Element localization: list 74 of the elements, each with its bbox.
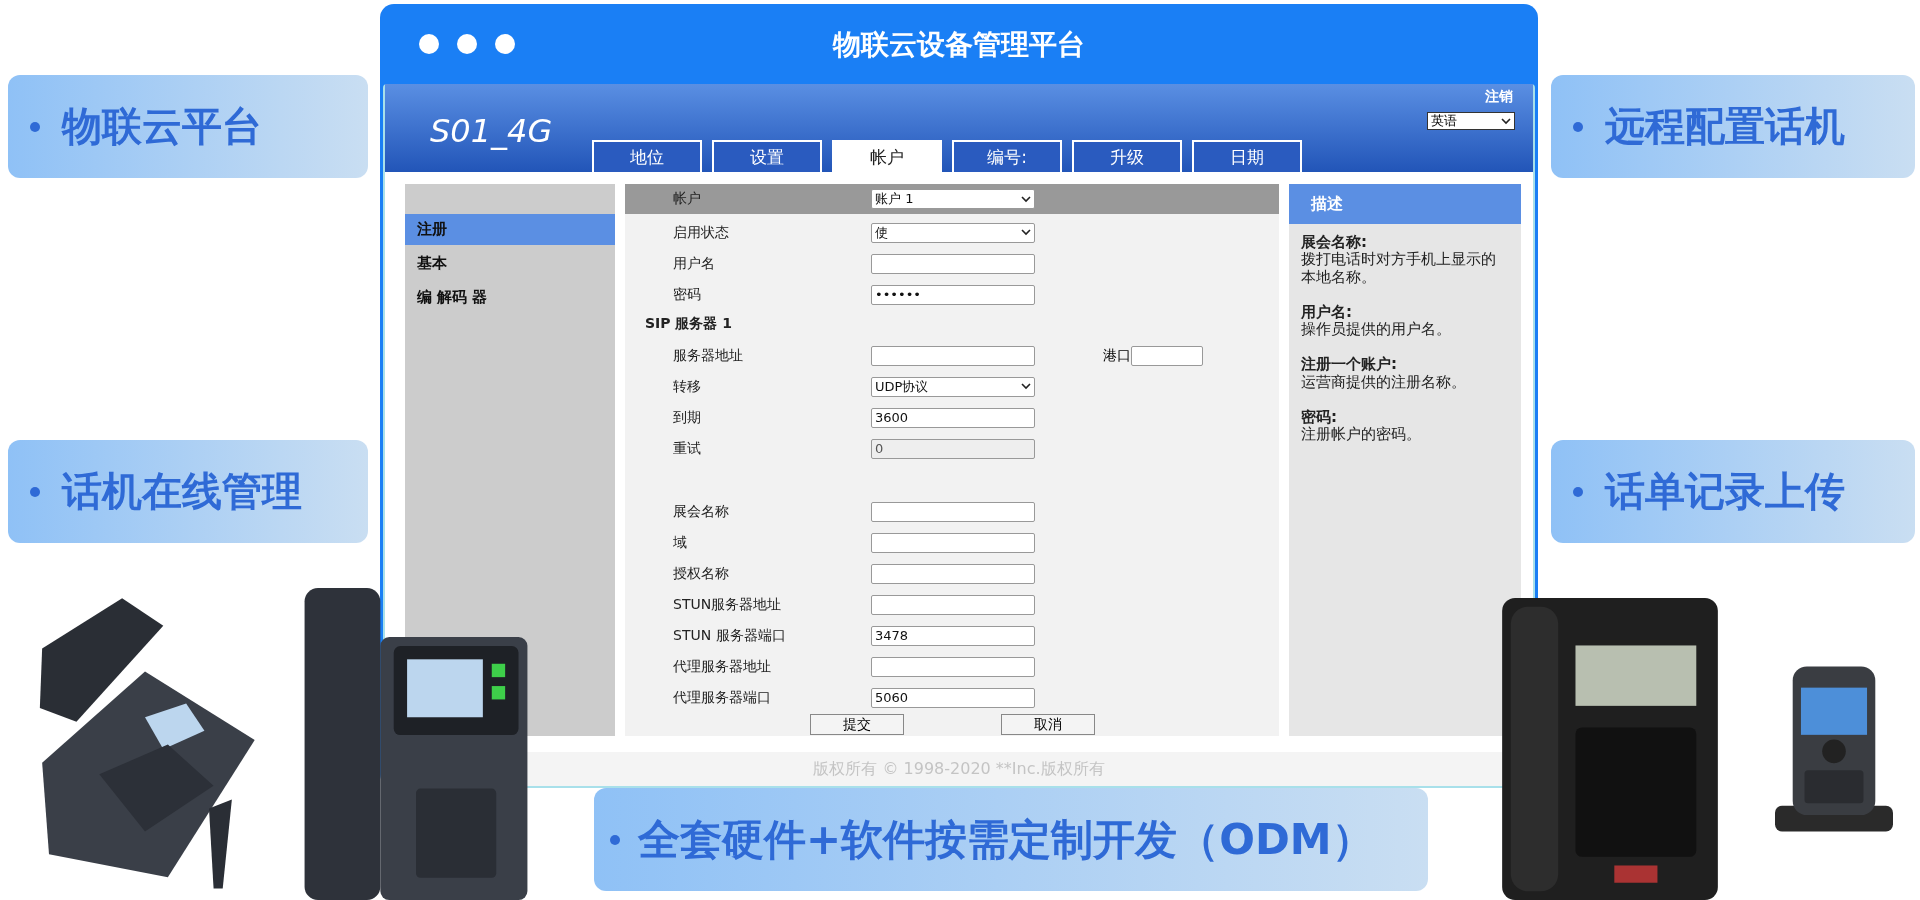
dropdown[interactable]: UDP协议 <box>871 376 1035 397</box>
field-label: 帐户 <box>673 190 702 208</box>
description-term: 注册一个账户: <box>1301 356 1398 374</box>
description-term: 用户名: <box>1301 303 1353 321</box>
feature-label: 远程配置话机 <box>1551 75 1915 178</box>
field-label: 港口 <box>1103 346 1131 365</box>
chevron-down-icon <box>1021 383 1031 390</box>
input-field[interactable] <box>871 656 1035 677</box>
field-label: 重试 <box>673 439 702 458</box>
bullet-icon <box>30 486 40 497</box>
cancel-button[interactable]: 取消 <box>1001 714 1095 735</box>
bullet-icon <box>30 121 40 132</box>
input-field[interactable] <box>871 501 1035 522</box>
field-label: STUN服务器地址 <box>673 595 783 614</box>
bullet-icon <box>610 834 620 845</box>
window-dot-icon <box>457 34 477 54</box>
submit-button[interactable]: 提交 <box>810 714 904 735</box>
field-label: 代理服务器端口 <box>673 688 772 707</box>
sidebar-item[interactable]: 注册 <box>405 214 615 245</box>
window-title: 物联云设备管理平台 <box>833 28 1085 61</box>
tab[interactable]: 地位 <box>592 140 702 172</box>
field-label: 启用状态 <box>673 223 730 242</box>
description-text: 操作员提供的用户名。 <box>1301 321 1452 339</box>
tab[interactable]: 编号: <box>952 140 1062 172</box>
field-label: 密码 <box>673 285 702 304</box>
window-dot-icon <box>419 34 439 54</box>
description-term: 密码: <box>1301 408 1338 426</box>
dropdown[interactable]: 账户 1 <box>871 189 1035 209</box>
field-label: 转移 <box>673 377 702 396</box>
description-text: 注册帐户的密码。 <box>1301 426 1422 444</box>
field-label: 用户名 <box>673 254 716 273</box>
field-label: 到期 <box>673 408 702 427</box>
description-term: 展会名称: <box>1301 234 1368 251</box>
input-field[interactable]: 3478 <box>871 625 1035 646</box>
tab[interactable]: 升级 <box>1072 140 1182 172</box>
feature-label: 物联云平台 <box>8 75 368 178</box>
input-field[interactable]: 5060 <box>871 687 1035 708</box>
bullet-icon <box>1573 486 1583 497</box>
section-heading: SIP 服务器 1 <box>645 314 734 333</box>
logout-link[interactable]: 注销 <box>1485 88 1513 106</box>
input-field[interactable]: 3600 <box>871 407 1035 428</box>
field-label: 展会名称 <box>673 502 730 521</box>
sidebar-item[interactable]: 编 解码 器 <box>405 282 615 313</box>
input-field[interactable] <box>871 594 1035 615</box>
feature-label: 话单记录上传 <box>1551 440 1915 543</box>
input-field[interactable] <box>871 345 1035 366</box>
password-field[interactable]: •••••• <box>871 284 1035 305</box>
sidebar-item[interactable]: 基本 <box>405 248 615 279</box>
chevron-down-icon <box>1021 195 1031 203</box>
bullet-icon <box>1573 121 1583 132</box>
input-field[interactable] <box>1131 345 1203 366</box>
field-label: 服务器地址 <box>673 346 744 365</box>
tab[interactable]: 日期 <box>1192 140 1302 172</box>
panel-title: 描述 <box>1289 184 1521 224</box>
chevron-down-icon <box>1021 229 1031 236</box>
field-label: 域 <box>673 533 688 552</box>
chevron-down-icon <box>1501 117 1511 125</box>
model-name: S01_4G <box>430 112 553 150</box>
language-dropdown[interactable]: 英语 <box>1427 112 1515 130</box>
field-label: 代理服务器地址 <box>673 657 772 676</box>
input-field[interactable] <box>871 563 1035 584</box>
input-field[interactable] <box>871 532 1035 553</box>
feature-banner: 全套硬件+软件按需定制开发（ODM） <box>594 788 1428 891</box>
feature-label: 话机在线管理 <box>8 440 368 543</box>
dropdown[interactable]: 使 <box>871 222 1035 243</box>
description-text: 运营商提供的注册名称。 <box>1301 373 1467 391</box>
description-text: 拨打电话时对方手机上显示的本地名称。 <box>1301 251 1497 286</box>
tab[interactable]: 设置 <box>712 140 822 172</box>
tab[interactable]: 帐户 <box>832 140 942 172</box>
window-dot-icon <box>495 34 515 54</box>
field-label: STUN 服务器端口 <box>673 626 787 645</box>
input-field: 0 <box>871 438 1035 459</box>
input-field[interactable] <box>871 253 1035 274</box>
field-label: 授权名称 <box>673 564 730 583</box>
